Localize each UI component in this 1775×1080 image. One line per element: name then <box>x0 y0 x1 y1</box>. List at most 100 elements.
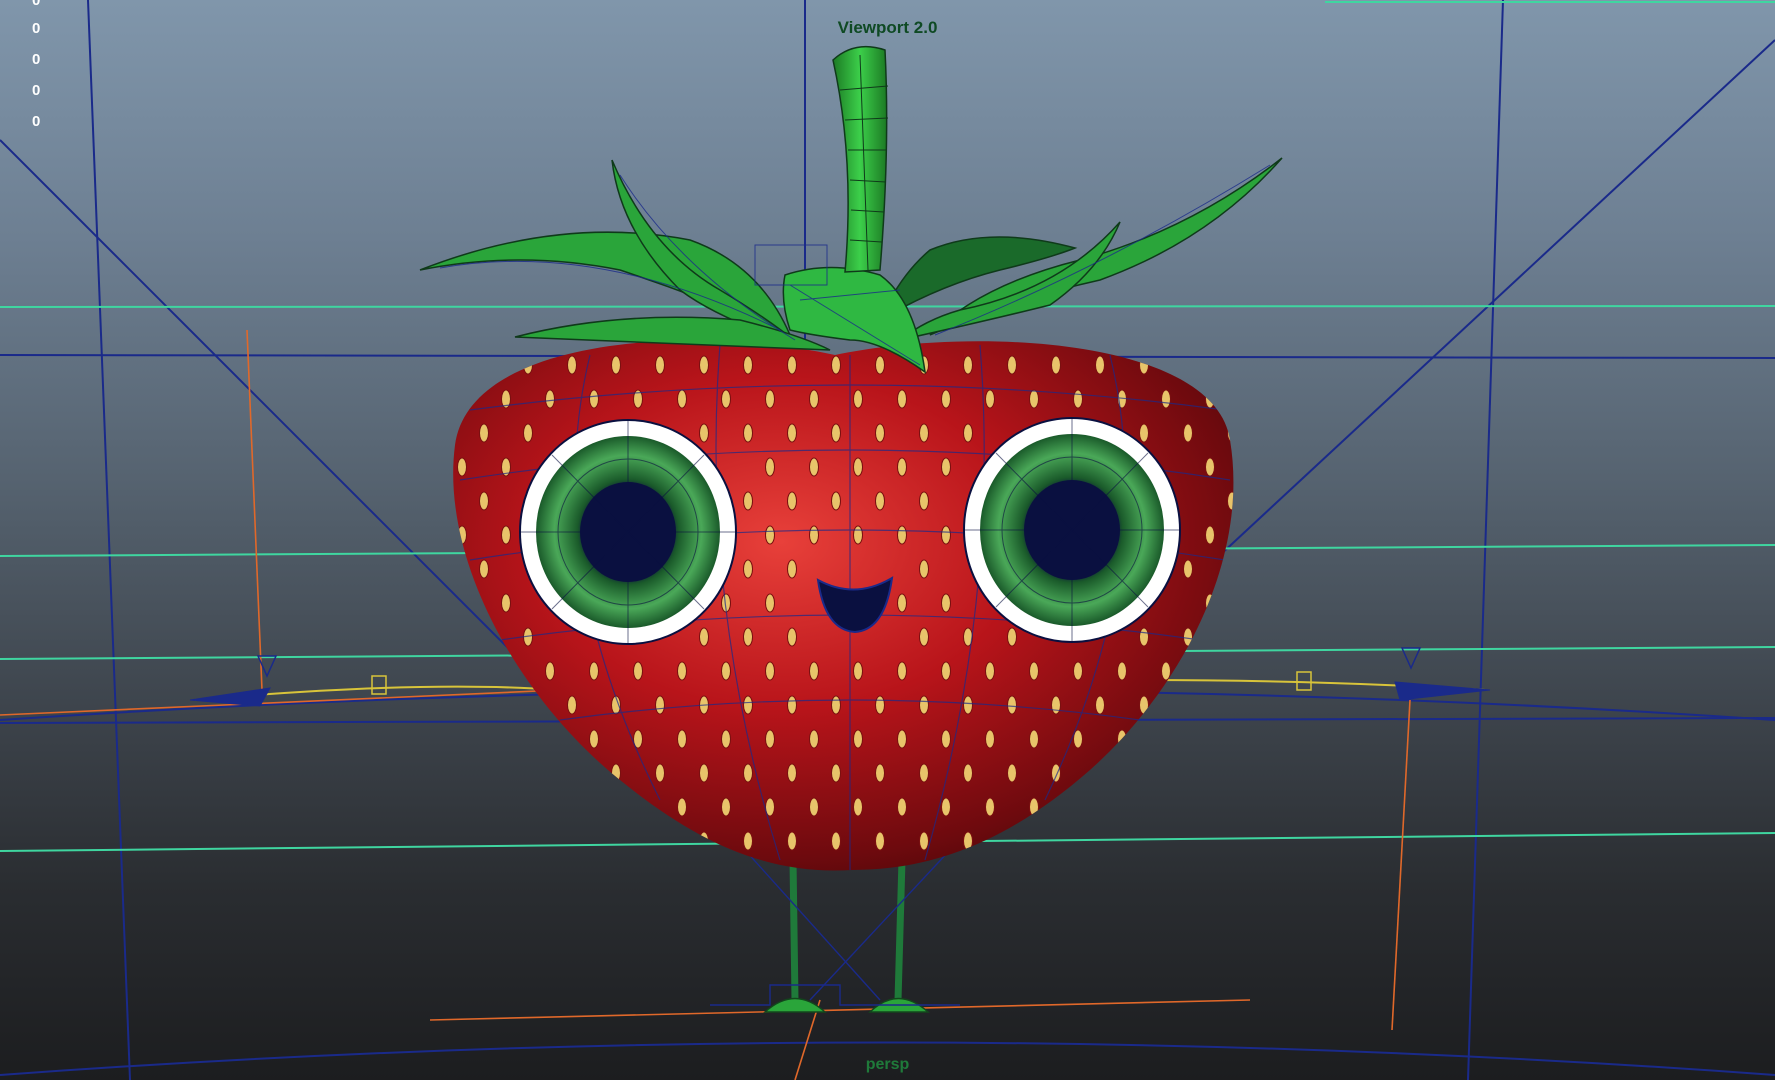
seed <box>919 695 929 715</box>
seed <box>919 491 929 511</box>
seed <box>1139 695 1149 715</box>
seed <box>1139 423 1149 443</box>
seed <box>765 389 775 409</box>
seed <box>523 355 533 375</box>
seed <box>479 559 489 579</box>
seed <box>897 661 907 681</box>
seed <box>633 797 643 817</box>
seed <box>479 491 489 511</box>
seed <box>1227 695 1234 715</box>
seed <box>897 797 907 817</box>
seed <box>436 560 445 578</box>
hud-counter-4: 0 <box>32 82 41 99</box>
seed <box>567 831 577 851</box>
seed <box>479 627 489 647</box>
seed <box>1183 355 1193 375</box>
seed <box>985 389 995 409</box>
seed <box>809 389 819 409</box>
seed <box>611 763 621 783</box>
seed <box>787 559 797 579</box>
seed <box>677 661 687 681</box>
seed <box>699 423 709 443</box>
seed <box>963 695 973 715</box>
seed <box>897 525 907 545</box>
seed <box>765 593 775 613</box>
seed <box>436 492 445 510</box>
seed <box>1029 797 1039 817</box>
seed <box>787 491 797 511</box>
seed <box>941 525 951 545</box>
seed <box>1029 389 1039 409</box>
seed <box>787 423 797 443</box>
seed <box>1183 627 1193 647</box>
seed <box>1183 831 1193 851</box>
seed <box>457 661 467 681</box>
seed <box>1205 797 1215 817</box>
seed <box>787 695 797 715</box>
seed <box>479 831 489 851</box>
seed <box>567 695 577 715</box>
hud-counter-5: 0 <box>32 113 41 130</box>
seed <box>1227 355 1234 375</box>
seed <box>501 729 511 749</box>
seed <box>1051 695 1061 715</box>
seed <box>457 389 467 409</box>
seed <box>1205 729 1215 749</box>
seed <box>743 831 753 851</box>
seed <box>875 355 885 375</box>
seed <box>545 729 555 749</box>
seed <box>853 457 863 477</box>
seed <box>1161 661 1171 681</box>
seed <box>589 661 599 681</box>
seed <box>919 559 929 579</box>
seed <box>1095 695 1105 715</box>
seed <box>1117 661 1127 681</box>
seed <box>1183 559 1193 579</box>
seed <box>765 661 775 681</box>
seed <box>1139 763 1149 783</box>
hud-counter-3: 0 <box>32 51 41 68</box>
seed <box>787 627 797 647</box>
seed <box>611 355 621 375</box>
seed <box>501 525 511 545</box>
seed <box>941 729 951 749</box>
seed <box>479 355 489 375</box>
scene-canvas[interactable] <box>0 0 1775 1080</box>
seed <box>1227 831 1234 851</box>
seed <box>1007 627 1017 647</box>
seed <box>919 423 929 443</box>
right-eye <box>963 417 1181 643</box>
seed <box>919 627 929 647</box>
seed <box>743 355 753 375</box>
seed <box>1073 661 1083 681</box>
seed <box>567 355 577 375</box>
seed <box>501 593 511 613</box>
seed <box>457 729 467 749</box>
seed <box>1139 627 1149 647</box>
seed <box>985 729 995 749</box>
seed <box>787 763 797 783</box>
seed <box>1161 729 1171 749</box>
seed <box>941 797 951 817</box>
camera-label[interactable]: persp <box>0 1056 1775 1074</box>
seed <box>1007 763 1017 783</box>
seed <box>743 559 753 579</box>
seed <box>479 423 489 443</box>
seed <box>1007 695 1017 715</box>
seed <box>831 695 841 715</box>
seed <box>853 661 863 681</box>
seed <box>633 661 643 681</box>
seed <box>809 797 819 817</box>
maya-viewport[interactable]: 0 0 0 0 0 Viewport 2.0 persp <box>0 0 1775 1080</box>
seed <box>809 661 819 681</box>
seed <box>457 797 467 817</box>
seed <box>655 831 665 851</box>
seed <box>897 389 907 409</box>
seed <box>1205 593 1215 613</box>
strawberry-legs <box>789 856 906 1004</box>
seed <box>853 525 863 545</box>
seed <box>1205 661 1215 681</box>
seed <box>1051 763 1061 783</box>
leg-ik-lines <box>710 849 960 1006</box>
seed <box>457 525 467 545</box>
